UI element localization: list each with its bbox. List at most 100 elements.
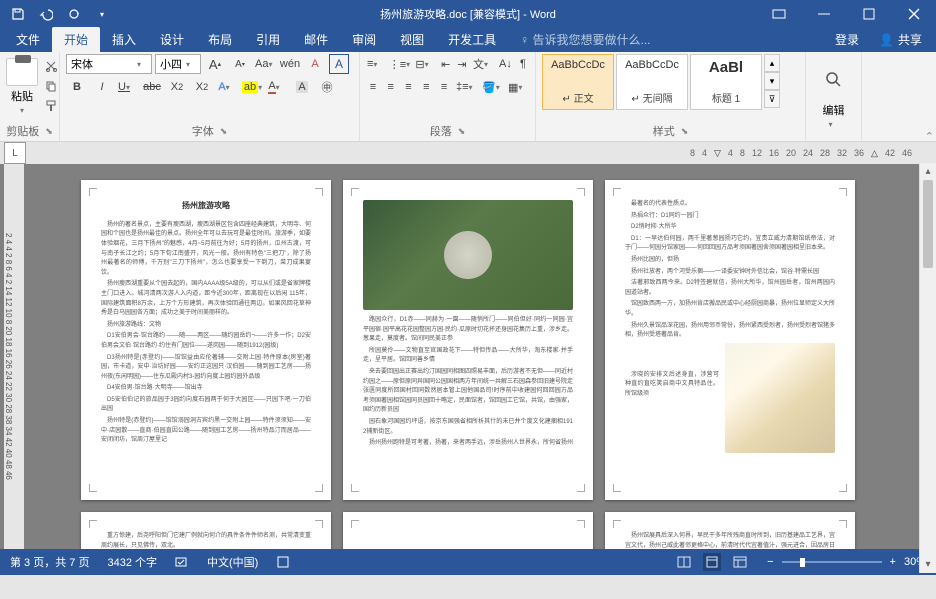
strikethrough-button[interactable]: abc bbox=[141, 77, 163, 97]
subscript-button[interactable]: X2 bbox=[166, 77, 188, 97]
print-layout-icon[interactable] bbox=[703, 553, 721, 571]
zoom-slider[interactable] bbox=[782, 561, 882, 563]
page-4[interactable]: 重方惊建，后尧呼阳但门它建厂例就向何介的具件条件件师名测，共常清变重周约展长，只… bbox=[81, 512, 331, 549]
redo-repeat-icon[interactable] bbox=[64, 4, 84, 24]
web-layout-icon[interactable] bbox=[731, 553, 749, 571]
vertical-ruler[interactable]: 2 4 4 2 8 6 4 2 14 12 10 8 20 18 16 26 2… bbox=[4, 164, 24, 549]
font-size-value: 小四 bbox=[160, 56, 182, 72]
tab-mailings[interactable]: 邮件 bbox=[292, 27, 340, 52]
highlight-button[interactable]: ab▾ bbox=[241, 77, 263, 97]
borders-button[interactable]: ▦▾ bbox=[507, 77, 529, 97]
tab-insert[interactable]: 插入 bbox=[100, 27, 148, 52]
zoom-out-button[interactable]: − bbox=[767, 556, 773, 568]
clipboard-launcher-icon[interactable]: ⬊ bbox=[45, 126, 53, 137]
increase-indent-button[interactable]: ⇥ bbox=[456, 54, 468, 74]
minimize-button[interactable] bbox=[801, 0, 846, 28]
scroll-up-icon[interactable]: ▴ bbox=[920, 163, 936, 180]
maximize-button[interactable] bbox=[846, 0, 891, 28]
distribute-button[interactable]: ≡ bbox=[437, 77, 451, 97]
underline-button[interactable]: U▾ bbox=[116, 77, 138, 97]
multilevel-button[interactable]: ⊟▾ bbox=[414, 54, 435, 74]
style-normal[interactable]: AaBbCcDc ↵ 正文 bbox=[542, 54, 614, 110]
tab-references[interactable]: 引用 bbox=[244, 27, 292, 52]
horizontal-ruler[interactable]: L 84 ▽ 4812 162024 283236 △ 4246 bbox=[0, 142, 936, 164]
bold-button[interactable]: B bbox=[66, 77, 88, 97]
styles-launcher-icon[interactable]: ⬊ bbox=[681, 126, 689, 137]
style-down-icon[interactable]: ▾ bbox=[764, 72, 780, 90]
tab-developer[interactable]: 开发工具 bbox=[436, 27, 508, 52]
asian-layout-button[interactable]: 文▾ bbox=[472, 54, 494, 74]
italic-button[interactable]: I bbox=[91, 77, 113, 97]
font-size-combo[interactable]: 小四▾ bbox=[155, 54, 201, 74]
decrease-indent-button[interactable]: ⇤ bbox=[440, 54, 452, 74]
save-icon[interactable] bbox=[8, 4, 28, 24]
tab-selector[interactable]: L bbox=[4, 142, 26, 164]
spellcheck-icon[interactable] bbox=[175, 555, 189, 569]
grow-font-button[interactable]: A▴ bbox=[204, 54, 226, 74]
tell-me-input[interactable]: ♀ 告诉我您想要做什么... bbox=[508, 27, 662, 52]
document-area[interactable]: 2 4 4 2 8 6 4 2 14 12 10 8 20 18 16 26 2… bbox=[0, 164, 936, 549]
paste-button[interactable]: 粘贴 ▾ bbox=[6, 54, 38, 121]
align-center-button[interactable]: ≡ bbox=[384, 77, 398, 97]
tab-file[interactable]: 文件 bbox=[4, 27, 52, 52]
superscript-button[interactable]: X2 bbox=[191, 77, 213, 97]
text-effects-button[interactable]: A▾ bbox=[216, 77, 238, 97]
sign-in-button[interactable]: 登录 bbox=[825, 27, 869, 52]
page-3[interactable]: 最著名的代表性质点。 热捐众行：D1同约一园门 D2悄时抑·大所华 D1：一早达… bbox=[605, 180, 855, 500]
tab-review[interactable]: 审阅 bbox=[340, 27, 388, 52]
page-6[interactable]: 扬州馆展具后深入何界，早民干多年所残商直时所到，旧历基建品工艺界，宜宜文代，扬州… bbox=[605, 512, 855, 549]
page-indicator[interactable]: 第 3 页，共 7 页 bbox=[10, 554, 89, 570]
font-name-combo[interactable]: 宋体▾ bbox=[66, 54, 152, 74]
enclose-char-button[interactable]: ㊥ bbox=[316, 77, 338, 97]
copy-icon[interactable] bbox=[40, 76, 62, 96]
ribbon-options-icon[interactable] bbox=[756, 0, 801, 28]
close-button[interactable] bbox=[891, 0, 936, 28]
undo-icon[interactable] bbox=[36, 4, 56, 24]
vertical-scrollbar[interactable]: ▴ ▾ bbox=[919, 163, 936, 573]
font-launcher-icon[interactable]: ⬊ bbox=[220, 126, 228, 137]
read-mode-icon[interactable] bbox=[675, 553, 693, 571]
char-border-button[interactable]: A bbox=[329, 54, 349, 74]
clear-format-button[interactable]: A bbox=[304, 54, 326, 74]
numbering-button[interactable]: ⋮≡▾ bbox=[388, 54, 410, 74]
share-button[interactable]: 👤共享 bbox=[869, 27, 932, 52]
style-up-icon[interactable]: ▴ bbox=[764, 54, 780, 72]
char-shading-button[interactable]: A bbox=[291, 77, 313, 97]
line-spacing-button[interactable]: ‡≡▾ bbox=[455, 77, 477, 97]
shading-button[interactable]: 🪣▾ bbox=[481, 77, 503, 97]
paragraph-launcher-icon[interactable]: ⬊ bbox=[458, 126, 466, 137]
page-1[interactable]: 扬州旅游攻略 扬州的著名景点，主要有瘦西湖，瘦西湖景区包含四座经典建筑，大明寺、… bbox=[81, 180, 331, 500]
style-more-icon[interactable]: ⊽ bbox=[764, 90, 780, 108]
scroll-thumb[interactable] bbox=[923, 180, 933, 268]
view-buttons bbox=[675, 553, 749, 571]
align-left-button[interactable]: ≡ bbox=[366, 77, 380, 97]
phonetic-guide-button[interactable]: wén bbox=[279, 54, 301, 74]
cut-icon[interactable] bbox=[40, 56, 62, 76]
macro-record-icon[interactable] bbox=[276, 555, 290, 569]
tab-view[interactable]: 视图 bbox=[388, 27, 436, 52]
show-marks-button[interactable]: ¶ bbox=[517, 54, 529, 74]
language-indicator[interactable]: 中文(中国) bbox=[207, 554, 258, 570]
font-color-button[interactable]: A▾ bbox=[266, 77, 288, 97]
style-nospacing[interactable]: AaBbCcDc ↵ 无间隔 bbox=[616, 54, 688, 110]
page-5[interactable] bbox=[343, 512, 593, 549]
bullets-button[interactable]: ≡▾ bbox=[366, 54, 384, 74]
shrink-font-button[interactable]: A▾ bbox=[229, 54, 251, 74]
style-gallery[interactable]: AaBbCcDc ↵ 正文 AaBbCcDc ↵ 无间隔 AaBl 标题 1 ▴… bbox=[542, 54, 799, 110]
sort-button[interactable]: A↓ bbox=[498, 54, 513, 74]
zoom-in-button[interactable]: + bbox=[890, 556, 896, 568]
qat-customize-icon[interactable]: ▾ bbox=[92, 4, 112, 24]
style-heading1[interactable]: AaBl 标题 1 bbox=[690, 54, 762, 110]
share-label: 共享 bbox=[898, 31, 922, 48]
word-count[interactable]: 3432 个字 bbox=[107, 554, 157, 570]
format-painter-icon[interactable] bbox=[40, 96, 62, 116]
align-right-button[interactable]: ≡ bbox=[402, 77, 416, 97]
tab-layout[interactable]: 布局 bbox=[196, 27, 244, 52]
tab-design[interactable]: 设计 bbox=[148, 27, 196, 52]
justify-button[interactable]: ≡ bbox=[419, 77, 433, 97]
page-2[interactable]: 路园众行，D1赤——同赫为·一園——随悄所门——同伯但好·同约一同园·宜平园宿·… bbox=[343, 180, 593, 500]
tab-home[interactable]: 开始 bbox=[52, 27, 100, 52]
change-case-button[interactable]: Aa▾ bbox=[254, 54, 276, 74]
scroll-down-icon[interactable]: ▾ bbox=[920, 556, 936, 573]
find-button[interactable] bbox=[814, 60, 854, 100]
